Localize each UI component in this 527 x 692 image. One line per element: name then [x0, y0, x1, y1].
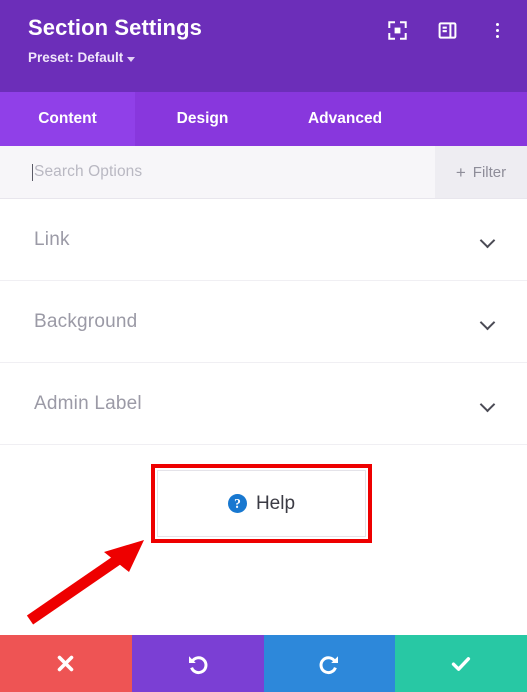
- save-button[interactable]: [395, 635, 527, 692]
- redo-button[interactable]: [263, 635, 396, 692]
- chevron-down-icon: [481, 399, 495, 408]
- dot: [495, 22, 499, 26]
- option-row-admin-label[interactable]: Admin Label: [0, 363, 527, 445]
- search-bar: Search Options + Filter: [0, 146, 527, 199]
- chevron-down-icon: [127, 56, 136, 62]
- help-button[interactable]: ? Help: [157, 470, 366, 537]
- layout-panel-icon[interactable]: [437, 20, 457, 40]
- option-label: Admin Label: [34, 392, 142, 414]
- undo-button[interactable]: [131, 635, 264, 692]
- chevron-down-icon: [481, 235, 495, 244]
- search-input[interactable]: Search Options: [0, 146, 435, 198]
- more-options-icon[interactable]: [487, 20, 507, 40]
- option-label: Background: [34, 310, 138, 332]
- chevron-down-icon: [481, 317, 495, 326]
- panel-header: Section Settings Preset: Default: [0, 0, 527, 92]
- dot: [495, 28, 499, 32]
- tab-bar: Content Design Advanced: [0, 92, 527, 146]
- section-settings-panel: Section Settings Preset: Default Content…: [0, 0, 527, 692]
- close-icon: [58, 655, 74, 672]
- option-row-link[interactable]: Link: [0, 199, 527, 281]
- action-bar: [0, 635, 527, 692]
- filter-button-label: Filter: [472, 163, 507, 181]
- checkmark-icon: [451, 656, 471, 671]
- options-list: Link Background Admin Label: [0, 199, 527, 485]
- redo-icon: [319, 655, 339, 674]
- preset-selector[interactable]: Preset: Default: [28, 49, 505, 67]
- tab-advanced[interactable]: Advanced: [270, 92, 420, 146]
- tab-content[interactable]: Content: [0, 92, 135, 146]
- preset-label: Preset: Default: [28, 50, 124, 65]
- text-cursor: [32, 163, 33, 181]
- help-button-label: Help: [255, 492, 296, 514]
- option-label: Link: [34, 228, 70, 250]
- tab-design[interactable]: Design: [135, 92, 270, 146]
- dot: [495, 34, 499, 38]
- search-placeholder: Search Options: [34, 163, 143, 180]
- header-icon-group: [387, 20, 507, 40]
- plus-icon: +: [455, 162, 466, 182]
- option-row-background[interactable]: Background: [0, 281, 527, 363]
- fullscreen-icon[interactable]: [387, 20, 407, 40]
- cancel-button[interactable]: [0, 635, 132, 692]
- undo-icon: [188, 655, 208, 674]
- filter-button[interactable]: + Filter: [435, 146, 527, 198]
- help-question-icon: ?: [227, 494, 247, 513]
